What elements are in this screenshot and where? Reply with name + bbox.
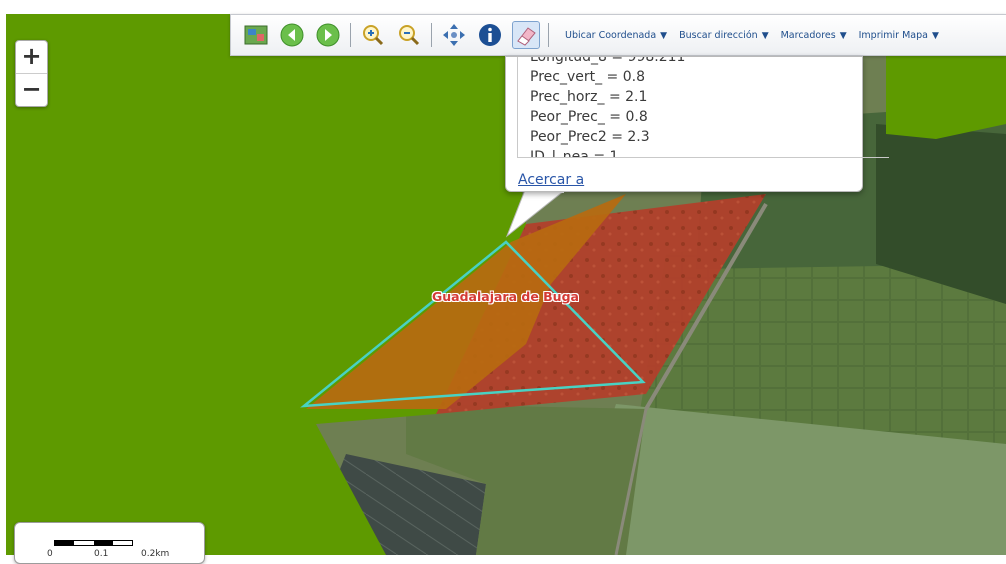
toolbar-separator — [350, 23, 351, 47]
popup-content-frame — [517, 57, 889, 158]
map-toolbar: Ubicar Coordenada ▼ Buscar dirección ▼ Mar… — [230, 14, 1006, 56]
toolbar-separator — [548, 23, 549, 47]
caret-down-icon: ▼ — [660, 30, 668, 41]
caret-down-icon: ▼ — [931, 30, 939, 41]
scale-bar-graphic — [54, 540, 133, 546]
caret-down-icon: ▼ — [839, 30, 847, 41]
zoom-out-icon[interactable] — [396, 22, 422, 48]
menu-buscar-direccion[interactable]: Buscar dirección ▼ — [679, 30, 769, 41]
zoom-in-icon[interactable] — [360, 22, 386, 48]
scale-tick-label: 0 — [47, 549, 53, 559]
zoom-out-button[interactable]: − — [16, 73, 47, 106]
pan-icon[interactable] — [441, 22, 467, 48]
menu-label: Buscar dirección — [679, 29, 758, 41]
scale-tick-label: 0.2km — [141, 549, 170, 559]
popup-pointer — [505, 190, 565, 238]
zoom-in-button[interactable]: + — [16, 41, 47, 73]
menu-label: Marcadores — [780, 29, 836, 41]
menu-label: Ubicar Coordenada — [565, 29, 657, 41]
menu-ubicar-coordenada[interactable]: Ubicar Coordenada ▼ — [565, 30, 667, 41]
scale-ticks: 0 0.1 0.2km — [47, 549, 188, 559]
back-arrow-icon[interactable] — [279, 22, 305, 48]
forward-arrow-icon[interactable] — [315, 22, 341, 48]
town-label: Guadalajara de Buga — [432, 289, 579, 304]
caret-down-icon: ▼ — [761, 30, 769, 41]
info-icon[interactable] — [477, 22, 503, 48]
scale-bar: 0 0.1 0.2km — [14, 522, 205, 564]
toolbar-separator — [431, 23, 432, 47]
menu-imprimir-mapa[interactable]: Imprimir Mapa ▼ — [859, 30, 939, 41]
zoom-control: + − — [15, 40, 48, 107]
menu-marcadores[interactable]: Marcadores ▼ — [781, 30, 847, 41]
feature-info-popup: Longitud_8 = 998.211 Prec_vert_ = 0.8 Pr… — [505, 56, 889, 192]
menu-label: Imprimir Mapa — [858, 29, 928, 41]
scale-tick-label: 0.1 — [94, 549, 109, 559]
eraser-icon[interactable] — [512, 21, 540, 49]
zoom-to-link[interactable]: Acercar a — [518, 172, 584, 188]
layers-map-icon[interactable] — [243, 22, 269, 48]
